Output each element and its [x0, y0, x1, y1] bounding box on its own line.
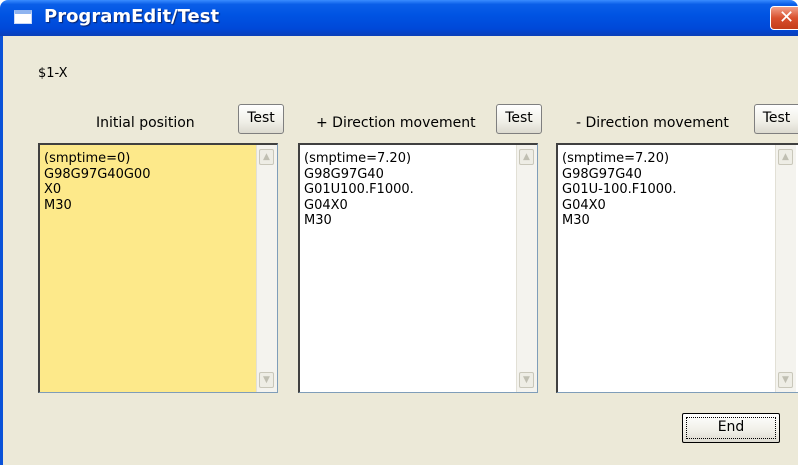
- scroll-down-arrow-icon[interactable]: ▼: [519, 372, 534, 388]
- window-icon: [14, 10, 32, 24]
- axis-label: $1-X: [38, 66, 68, 81]
- end-button-label: End: [717, 419, 745, 435]
- initial-position-program-textbox[interactable]: (smptime=0) G98G97G40G00 X0 M30 ▲ ▼: [38, 143, 278, 393]
- minus-direction-program-textbox[interactable]: (smptime=7.20) G98G97G40 G01U-100.F1000.…: [556, 143, 798, 393]
- plus-direction-program-text: (smptime=7.20) G98G97G40 G01U100.F1000. …: [304, 151, 414, 228]
- scroll-up-arrow-icon[interactable]: ▲: [259, 149, 274, 165]
- scroll-up-arrow-icon[interactable]: ▲: [519, 149, 534, 165]
- window-title: ProgramEdit/Test: [44, 6, 220, 27]
- program-edit-test-window: ProgramEdit/Test ✕ $1-X Initial position…: [0, 0, 798, 465]
- close-button[interactable]: ✕: [770, 6, 798, 30]
- scroll-down-arrow-icon[interactable]: ▼: [778, 372, 793, 388]
- minus-direction-label: - Direction movement: [576, 115, 729, 131]
- initial-position-program-text: (smptime=0) G98G97G40G00 X0 M30: [44, 151, 151, 213]
- plus-direction-label: + Direction movement: [316, 115, 476, 131]
- minus-direction-program-text: (smptime=7.20) G98G97G40 G01U-100.F1000.…: [562, 151, 677, 228]
- end-button[interactable]: End: [682, 413, 780, 443]
- plus-direction-test-button[interactable]: Test: [496, 104, 542, 134]
- minus-direction-scrollbar[interactable]: ▲ ▼: [775, 145, 796, 392]
- plus-direction-program-textbox[interactable]: (smptime=7.20) G98G97G40 G01U100.F1000. …: [298, 143, 538, 393]
- minus-direction-test-button[interactable]: Test: [754, 104, 798, 134]
- initial-position-label: Initial position: [96, 115, 195, 131]
- initial-position-test-button[interactable]: Test: [238, 104, 284, 134]
- scroll-down-arrow-icon[interactable]: ▼: [259, 372, 274, 388]
- initial-position-scrollbar[interactable]: ▲ ▼: [256, 145, 277, 392]
- plus-direction-scrollbar[interactable]: ▲ ▼: [516, 145, 537, 392]
- scroll-up-arrow-icon[interactable]: ▲: [778, 149, 793, 165]
- close-icon: ✕: [779, 7, 795, 28]
- title-bar[interactable]: ProgramEdit/Test ✕: [0, 0, 798, 36]
